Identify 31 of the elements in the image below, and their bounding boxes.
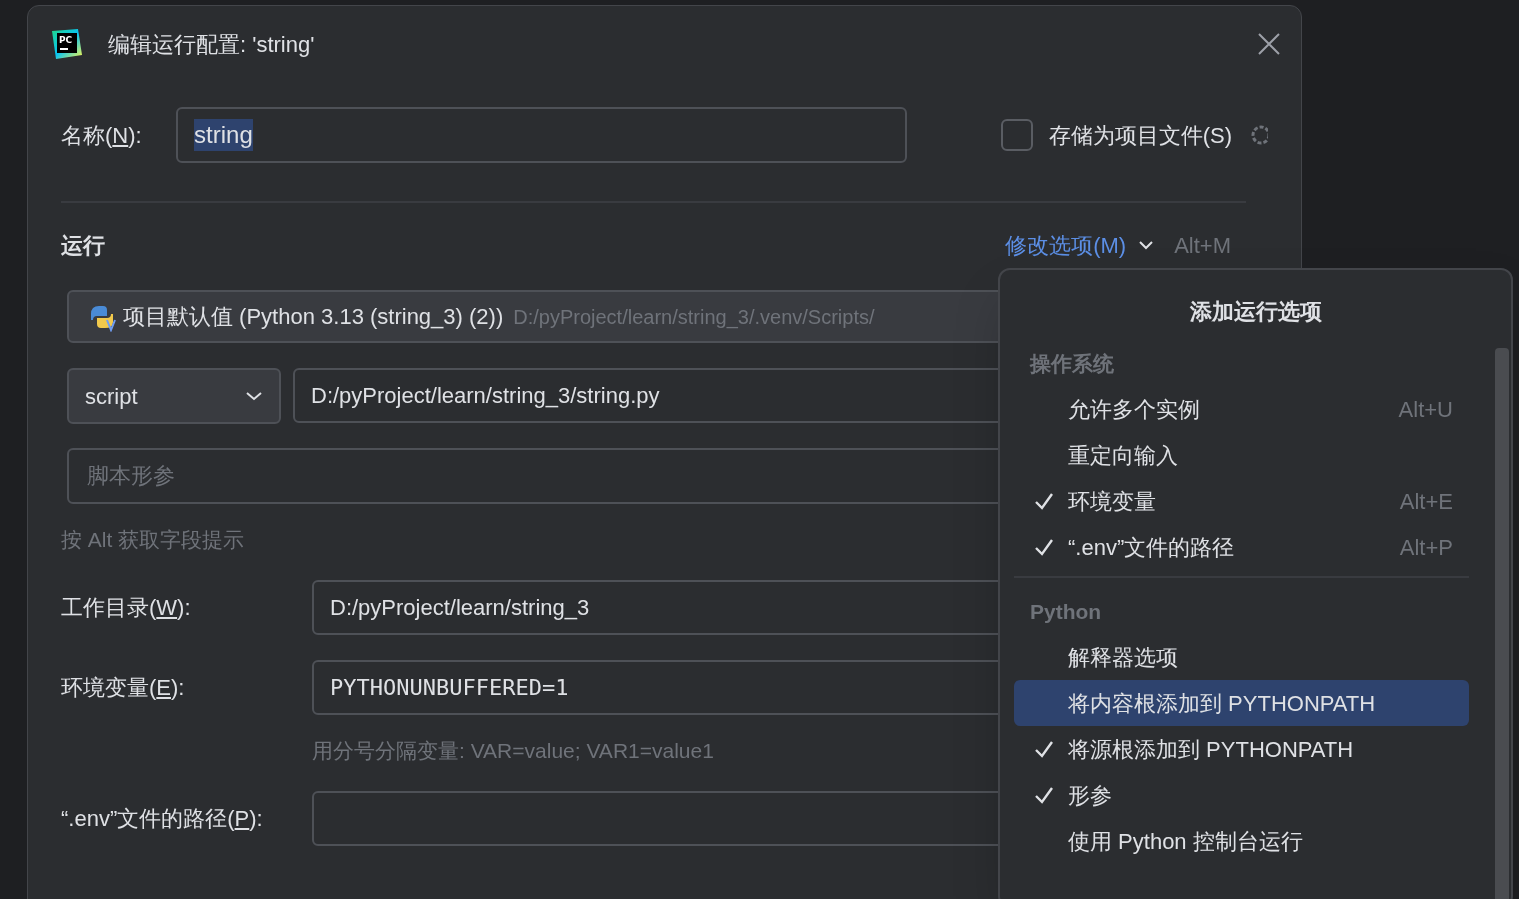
close-icon[interactable] [1257,32,1281,56]
interpreter-name: 项目默认值 (Python 3.13 (string_3) (2)) [123,303,504,331]
modify-options-link[interactable]: 修改选项(M) [1005,228,1127,262]
checkbox-label: 存储为项目文件(S) [1048,121,1232,150]
name-field[interactable]: string [176,107,907,163]
selected-text: string [194,119,253,151]
hint-text: 按 Alt 获取字段提示 [61,527,245,553]
menu-item[interactable]: 将内容根添加到 PYTHONPATH [1014,680,1469,726]
field-label: “.env”文件的路径(P): [61,805,264,833]
checkbox[interactable] [1000,119,1033,151]
target-type-dropdown[interactable]: script [67,368,281,424]
group-heading: Python [1030,599,1102,626]
field-label: 工作目录(W): [61,593,192,622]
interpreter-path: D:/pyProject/learn/string_3/.venv/Scripts/ [513,304,875,331]
menu-item[interactable]: 将源根添加到 PYTHONPATH [1014,726,1469,772]
hint-text: 用分号分隔变量: VAR=value; VAR1=value1 [312,737,714,764]
chevron-down-icon [1138,240,1155,250]
menu-item[interactable]: 形参 [1014,772,1469,818]
chevron-down-icon [245,391,263,401]
shortcut-text: Alt+P [1399,533,1453,562]
app-logo-icon: PC [50,27,84,61]
section-title: 运行 [61,231,105,260]
shortcut-text: Alt+M [1174,231,1231,260]
menu-item[interactable]: 使用 Python 控制台运行 [1014,818,1469,864]
shortcut-text: Alt+E [1399,487,1453,516]
shortcut-text: Alt+U [1398,395,1453,424]
scrollbar-thumb[interactable] [1495,348,1509,899]
window-title: 编辑运行配置: 'string' [108,30,315,59]
field-label: 环境变量(E): [61,673,186,702]
field-label: 名称(N): [61,121,143,150]
menu-item[interactable]: “.env”文件的路径 Alt+P [1014,524,1469,570]
